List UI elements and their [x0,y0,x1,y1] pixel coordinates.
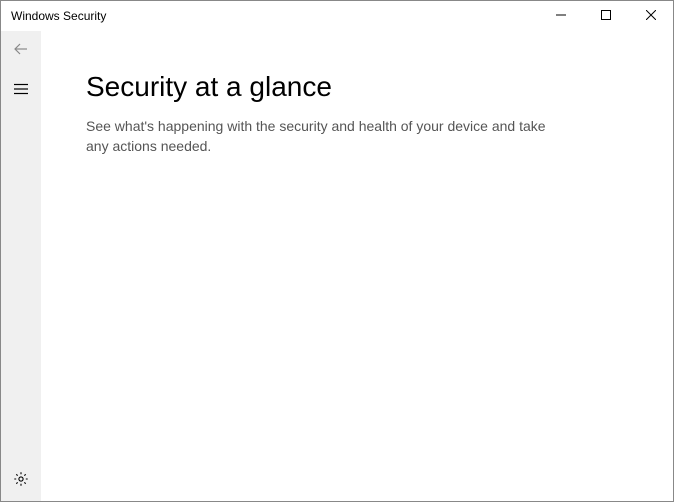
maximize-button[interactable] [583,1,628,31]
gear-icon [13,471,29,492]
page-title: Security at a glance [86,71,625,103]
maximize-icon [601,7,611,25]
minimize-icon [556,7,566,25]
page-description: See what's happening with the security a… [86,117,566,156]
titlebar: Windows Security [1,1,673,31]
menu-button[interactable] [1,71,41,111]
close-button[interactable] [628,1,673,31]
sidebar [1,31,41,501]
main-content: Security at a glance See what's happenin… [41,31,673,501]
back-button[interactable] [1,31,41,71]
sidebar-spacer [1,111,41,461]
close-icon [646,7,656,25]
window-title: Windows Security [1,9,538,23]
app-window: Windows Security [1,1,673,501]
hamburger-icon [13,81,29,102]
minimize-button[interactable] [538,1,583,31]
back-arrow-icon [13,41,29,62]
body-area: Security at a glance See what's happenin… [1,31,673,501]
settings-button[interactable] [1,461,41,501]
window-controls [538,1,673,31]
